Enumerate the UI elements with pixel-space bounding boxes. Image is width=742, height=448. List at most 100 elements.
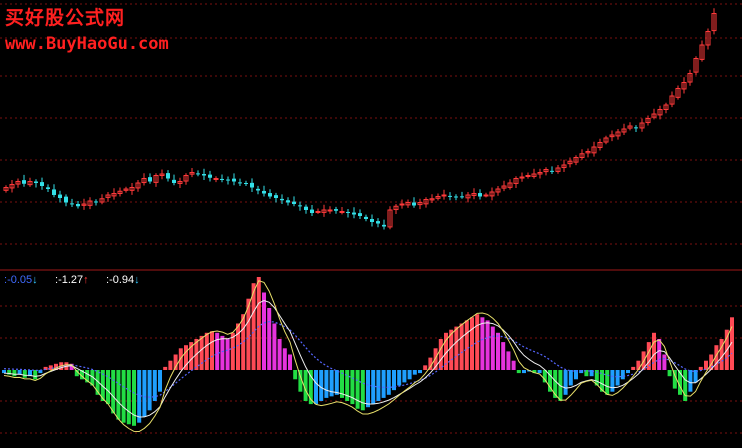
histogram-bar <box>698 366 703 370</box>
histogram-bar <box>464 320 469 370</box>
histogram-bar <box>2 370 6 374</box>
histogram-bar <box>314 370 318 405</box>
candle-body <box>483 194 489 197</box>
histogram-bar <box>376 370 381 401</box>
histogram-bar <box>662 354 667 370</box>
histogram-bar <box>496 332 500 370</box>
histogram-bar <box>459 323 464 370</box>
candle-body <box>525 175 531 177</box>
histogram-bar <box>480 317 485 370</box>
histogram-bar <box>454 326 459 370</box>
readout-3-arrow: ↓ <box>134 274 140 286</box>
histogram-bar <box>501 342 506 370</box>
candle-body <box>148 177 152 182</box>
histogram-bar <box>407 370 412 380</box>
histogram-bar <box>537 370 542 374</box>
histogram-bar <box>236 323 240 370</box>
candle-body <box>448 195 452 197</box>
candle-body <box>172 179 176 183</box>
candle-body <box>460 196 464 198</box>
readout-2-value: -1.27 <box>58 274 84 286</box>
candle-body <box>298 205 302 207</box>
candle-body <box>244 183 248 184</box>
candle-body <box>286 200 290 203</box>
histogram-bar <box>220 335 225 370</box>
candle-body <box>454 196 458 198</box>
candle-body <box>196 173 200 175</box>
candle-body <box>256 188 260 191</box>
readout-1: :-0.05↓ <box>4 274 38 286</box>
candle-body <box>399 203 405 206</box>
histogram-bar <box>262 292 266 370</box>
histogram-bar <box>704 360 708 370</box>
histogram-bar <box>241 314 246 370</box>
candle-body <box>46 187 50 189</box>
candle-body <box>382 224 386 227</box>
histogram-bar <box>121 370 126 423</box>
candle-body <box>213 178 219 180</box>
histogram-bar <box>33 370 38 380</box>
histogram-bar <box>610 370 615 392</box>
candle-body <box>76 204 80 207</box>
candle-body <box>34 181 38 183</box>
histogram-bar <box>132 370 136 426</box>
histogram-bar <box>418 370 422 374</box>
histogram-bar <box>366 370 370 408</box>
histogram-bar <box>199 335 204 370</box>
histogram-bar <box>516 370 521 374</box>
histogram-bar <box>277 339 282 370</box>
histogram-bar <box>293 370 298 380</box>
histogram-bar <box>116 370 121 420</box>
candle-body <box>268 193 272 197</box>
histogram-bar <box>412 370 417 375</box>
histogram-bar <box>506 351 511 370</box>
histogram-bar <box>355 370 360 409</box>
histogram-bar <box>615 370 620 386</box>
histogram-bar <box>667 370 672 377</box>
histogram-bar <box>142 370 147 417</box>
candle-body <box>208 174 212 178</box>
histogram-bar <box>360 370 365 411</box>
histogram-bar <box>438 339 443 370</box>
watermark-title: 买好股公式网 <box>5 7 126 29</box>
histogram-bar <box>652 332 656 370</box>
histogram-bar <box>147 370 152 411</box>
candle-body <box>232 178 236 182</box>
candle-body <box>94 201 98 203</box>
histogram-bar <box>397 370 402 386</box>
watermark-url: www.BuyHaoGu.com <box>5 34 169 54</box>
candle-body <box>358 213 362 216</box>
histogram-bar <box>423 365 428 370</box>
candle-body <box>250 182 254 188</box>
readout-1-arrow: ↓ <box>32 274 38 286</box>
readout-1-value: -0.05 <box>7 274 33 286</box>
candle-body <box>339 211 345 213</box>
candle-body <box>52 189 56 195</box>
candle-body <box>58 194 62 198</box>
histogram-bar <box>215 332 220 370</box>
candle-body <box>274 195 278 198</box>
histogram-bar <box>288 354 292 370</box>
histogram-bar <box>470 317 474 370</box>
histogram-bar <box>490 326 495 370</box>
histogram-bar <box>620 370 625 380</box>
histogram-bar <box>563 370 568 395</box>
candle-body <box>412 202 416 206</box>
candle-body <box>70 203 74 205</box>
candle-body <box>202 174 206 176</box>
histogram-bar <box>511 360 516 370</box>
histogram-bar <box>475 314 480 370</box>
candle-body <box>166 173 170 179</box>
histogram-bar <box>210 331 214 370</box>
candle-body <box>441 194 447 197</box>
histogram-bar <box>683 370 688 401</box>
histogram-bar <box>168 360 173 370</box>
readout-2: :-1.27↑ <box>55 274 89 286</box>
candle-body <box>226 179 230 181</box>
histogram-bar <box>402 370 407 383</box>
candle-body <box>262 190 266 194</box>
histogram-bar <box>381 370 386 398</box>
histogram-bar <box>204 332 209 370</box>
histogram-bar <box>158 370 162 392</box>
histogram-bar <box>106 370 110 405</box>
